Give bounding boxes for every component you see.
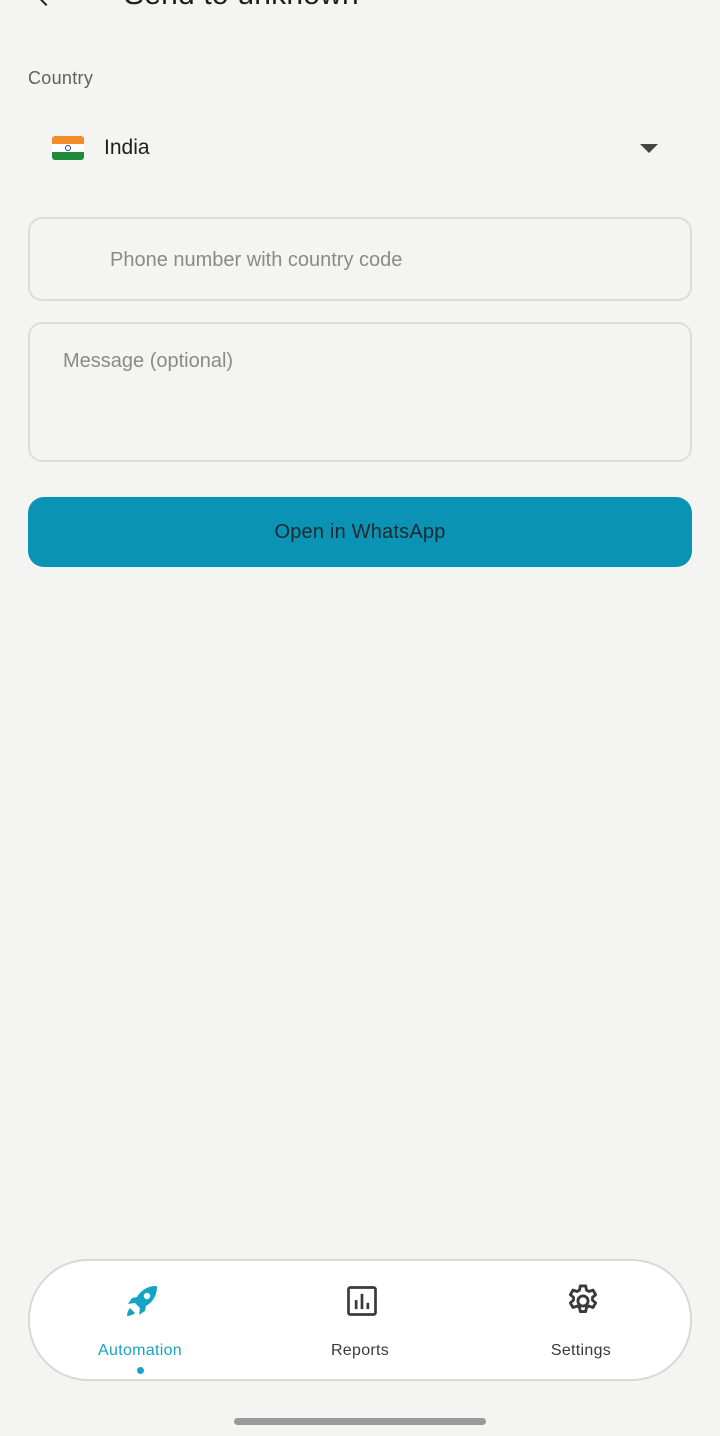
nav-label-reports: Reports: [330, 1342, 390, 1359]
page-title: Send to unknown: [124, 0, 359, 12]
nav-item-automation[interactable]: Automation: [40, 1261, 240, 1379]
country-dropdown[interactable]: India: [28, 118, 692, 180]
gear-icon: [563, 1281, 603, 1321]
bottom-navigation: Automation Reports Settings: [28, 1259, 692, 1381]
nav-label-settings: Settings: [550, 1342, 612, 1359]
open-in-whatsapp-button[interactable]: Open in WhatsApp: [28, 497, 692, 567]
app-screen: Send to unknown Country India Open in Wh…: [0, 0, 720, 1436]
selected-country: India: [104, 136, 150, 159]
top-app-bar: Send to unknown: [0, 0, 720, 18]
nav-label-automation: Automation: [98, 1342, 182, 1359]
nav-item-settings[interactable]: Settings: [481, 1261, 681, 1379]
back-arrow-icon: [40, 0, 48, 6]
country-label: Country: [28, 68, 94, 88]
message-input[interactable]: [63, 350, 663, 440]
active-indicator: [137, 1367, 144, 1374]
phone-number-input[interactable]: [110, 241, 670, 279]
india-flag-icon: [52, 136, 84, 160]
phone-number-field: [28, 217, 692, 301]
message-field: [28, 322, 692, 462]
rocket-icon: [122, 1281, 162, 1321]
back-button[interactable]: [32, 0, 60, 12]
home-indicator[interactable]: [234, 1418, 486, 1425]
bar-chart-icon: [342, 1281, 382, 1321]
chevron-down-icon: [640, 144, 658, 153]
nav-item-reports[interactable]: Reports: [260, 1261, 460, 1379]
